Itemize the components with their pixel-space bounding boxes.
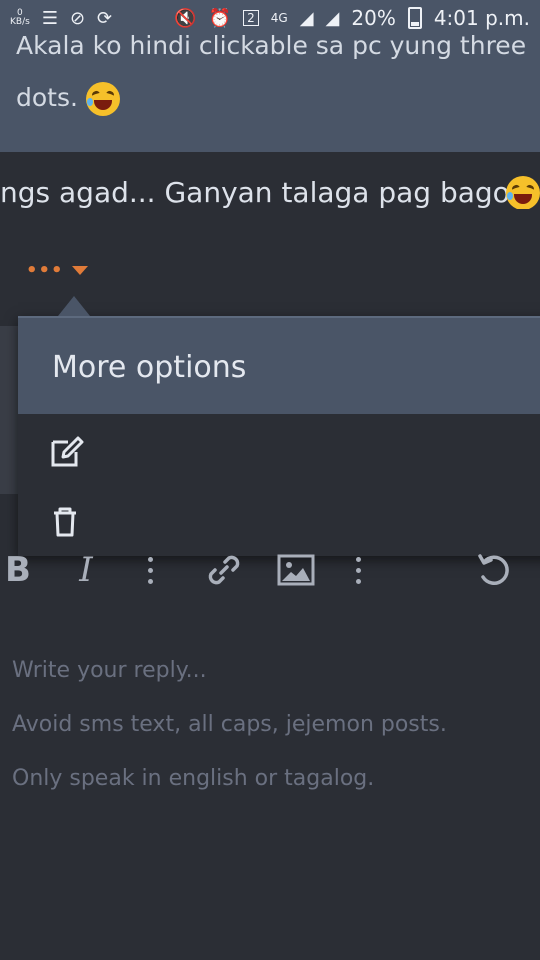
undo-button[interactable]: [472, 548, 516, 592]
status-bar: 0 KB/s ☰ ⊘ ⟳ 🔇 ⏰ 2 4G ◢ ◢ 20% 4:01 p.m.: [0, 0, 540, 36]
link-button[interactable]: [202, 548, 246, 592]
link-icon: [208, 555, 240, 585]
reply-placeholder-line-1: Write your reply...: [12, 658, 207, 683]
vertical-dots-icon: [147, 556, 153, 584]
post-options-button[interactable]: •••: [26, 260, 88, 281]
more-insert-button[interactable]: [348, 548, 368, 592]
reply-input[interactable]: Write your reply... Avoid sms text, all …: [12, 644, 528, 806]
more-options-menu: More options: [18, 296, 540, 556]
quote-line-2: dots.: [16, 83, 78, 112]
vertical-dots-icon: [355, 556, 361, 584]
signal-icon: ◢: [299, 7, 314, 29]
sync-icon: ⟳: [97, 7, 113, 29]
delete-menu-item[interactable]: [18, 486, 540, 556]
rofl-emoji-icon: [85, 82, 120, 116]
image-icon: [277, 554, 315, 586]
edit-icon: [51, 436, 84, 467]
menu-header: More options: [18, 316, 540, 414]
battery-icon: [407, 7, 422, 29]
battery-percent: 20%: [351, 6, 396, 30]
italic-button[interactable]: I: [72, 548, 100, 592]
clock: 4:01 p.m.: [433, 6, 530, 30]
signal-2-icon: ◢: [325, 7, 340, 29]
more-dots-icon: •••: [26, 260, 64, 281]
more-format-button[interactable]: [140, 548, 160, 592]
caret-down-icon: [71, 266, 88, 275]
alarm-icon: ⏰: [208, 7, 232, 29]
network-type: 4G: [270, 11, 288, 25]
network-speed: 0 KB/s: [10, 8, 30, 27]
background-card: [0, 326, 20, 494]
image-button[interactable]: [274, 548, 318, 592]
rofl-emoji-icon: [506, 176, 540, 209]
ssn-icon: ⊘: [69, 7, 86, 29]
editor-toolbar: B I: [0, 548, 540, 592]
undo-icon: [478, 554, 509, 585]
reply-placeholder-line-3: Only speak in english or tagalog.: [12, 766, 375, 791]
sim-indicator: 2: [243, 10, 259, 26]
menu-pointer: [58, 296, 90, 316]
reply-placeholder-line-2: Avoid sms text, all caps, jejemon posts.: [12, 712, 447, 737]
post-text: ngs agad... Ganyan talaga pag bago: [0, 176, 510, 209]
trash-icon: [54, 507, 76, 537]
bold-button[interactable]: B: [2, 548, 34, 592]
post-body: ngs agad... Ganyan talaga pag bago: [0, 176, 540, 209]
mute-icon: 🔇: [174, 7, 197, 29]
list-icon: ☰: [41, 7, 58, 29]
menu-title: More options: [52, 350, 247, 385]
edit-menu-item[interactable]: [18, 416, 540, 486]
